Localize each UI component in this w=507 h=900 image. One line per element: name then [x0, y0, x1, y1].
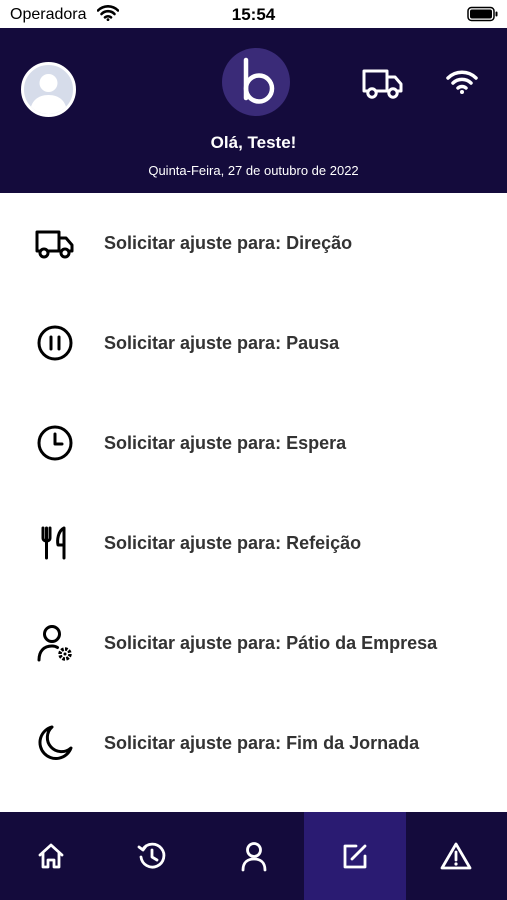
greeting-text: Olá, Teste! — [210, 133, 297, 152]
list-item-label: Solicitar ajuste para: Refeição — [104, 532, 362, 553]
pause-circle-icon — [33, 321, 77, 365]
status-time: 15:54 — [231, 5, 276, 24]
truck-status-button[interactable] — [360, 64, 406, 102]
list-item-label: Solicitar ajuste para: Direção — [104, 232, 353, 253]
nav-history[interactable] — [101, 812, 202, 900]
fork-knife-icon — [33, 521, 77, 565]
user-silhouette-icon — [30, 74, 67, 114]
list-item-direcao[interactable]: Solicitar ajuste para: Direção — [0, 193, 507, 293]
nav-edit[interactable] — [304, 812, 406, 900]
battery-icon — [467, 6, 499, 27]
list-item-label: Solicitar ajuste para: Fim da Jornada — [104, 732, 420, 753]
app-header: Olá, Teste! Quinta-Feira, 27 de outubro … — [0, 28, 507, 193]
list-item-patio-da-empresa[interactable]: Solicitar ajuste para: Pátio da Empresa — [0, 593, 507, 693]
adjust-request-list: Solicitar ajuste para: Direção Solicitar… — [0, 193, 507, 793]
list-item-label: Solicitar ajuste para: Pátio da Empresa — [104, 632, 438, 653]
list-item-pausa[interactable]: Solicitar ajuste para: Pausa — [0, 293, 507, 393]
nav-alerts[interactable] — [406, 812, 507, 900]
edit-icon — [343, 844, 367, 869]
home-icon — [38, 843, 64, 869]
truck-icon — [33, 221, 77, 265]
app-logo — [222, 48, 290, 116]
warning-icon — [440, 842, 472, 870]
history-icon — [137, 842, 166, 869]
wifi-icon — [446, 70, 478, 94]
nav-home[interactable] — [0, 812, 101, 900]
list-item-refeicao[interactable]: Solicitar ajuste para: Refeição — [0, 493, 507, 593]
list-item-label: Solicitar ajuste para: Espera — [104, 432, 347, 453]
clock-icon — [33, 421, 77, 465]
status-bar: Operadora 15:54 — [0, 0, 507, 28]
bottom-navigation — [0, 812, 507, 900]
connection-button[interactable] — [444, 66, 480, 98]
profile-icon — [241, 842, 266, 872]
avatar[interactable] — [21, 62, 76, 117]
list-item-label: Solicitar ajuste para: Pausa — [104, 332, 340, 353]
truck-icon — [362, 69, 403, 99]
user-gear-icon — [33, 621, 77, 665]
current-date: Quinta-Feira, 27 de outubro de 2022 — [148, 163, 359, 178]
list-item-fim-da-jornada[interactable]: Solicitar ajuste para: Fim da Jornada — [0, 693, 507, 793]
moon-icon — [33, 721, 77, 765]
nav-profile[interactable] — [203, 812, 304, 900]
list-item-espera[interactable]: Solicitar ajuste para: Espera — [0, 393, 507, 493]
